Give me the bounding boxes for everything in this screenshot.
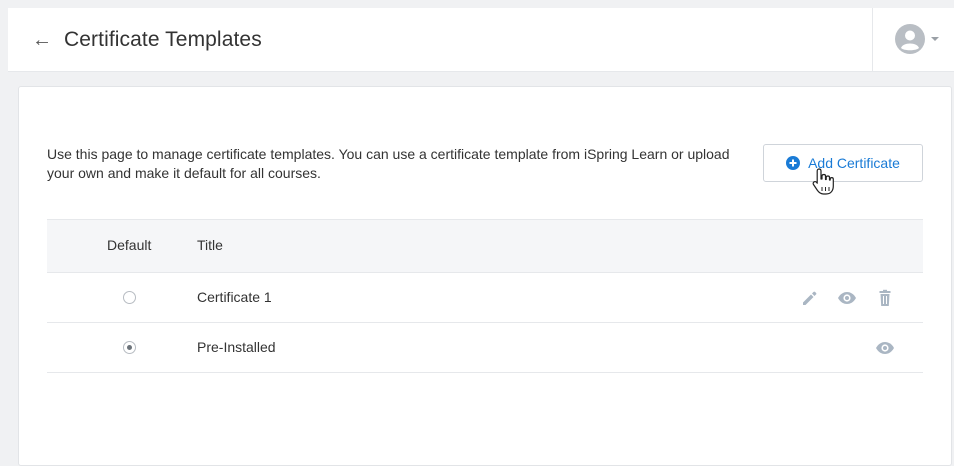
preview-eye-icon[interactable] — [837, 288, 857, 308]
certificates-card: Use this page to manage certificate temp… — [18, 86, 952, 466]
user-avatar-icon[interactable] — [895, 24, 925, 54]
table-row: Certificate 1 — [47, 273, 923, 323]
add-certificate-label: Add Certificate — [808, 155, 900, 171]
add-certificate-button[interactable]: Add Certificate — [763, 144, 923, 182]
row-actions — [799, 288, 895, 308]
page-description: Use this page to manage certificate temp… — [47, 146, 730, 181]
column-header-default: Default — [107, 237, 152, 253]
user-menu[interactable] — [872, 8, 954, 72]
default-radio[interactable] — [123, 291, 136, 304]
column-header-title: Title — [197, 237, 223, 253]
row-actions — [875, 338, 895, 358]
certificate-title: Pre-Installed — [197, 339, 276, 355]
table-header: Default Title — [47, 219, 923, 273]
back-arrow-icon[interactable]: ← — [28, 26, 56, 54]
plus-circle-icon — [786, 156, 801, 170]
page-header: ← Certificate Templates — [8, 8, 954, 72]
certificates-table: Default Title Certificate 1 Pre-Installe… — [47, 219, 923, 373]
table-row: Pre-Installed — [47, 323, 923, 373]
default-radio-selected[interactable] — [123, 341, 136, 354]
page-title: Certificate Templates — [64, 28, 262, 51]
edit-pencil-icon[interactable] — [799, 288, 819, 308]
preview-eye-icon[interactable] — [875, 338, 895, 358]
delete-trash-icon[interactable] — [875, 288, 895, 308]
certificate-title: Certificate 1 — [197, 289, 272, 305]
chevron-down-icon[interactable] — [931, 37, 939, 41]
